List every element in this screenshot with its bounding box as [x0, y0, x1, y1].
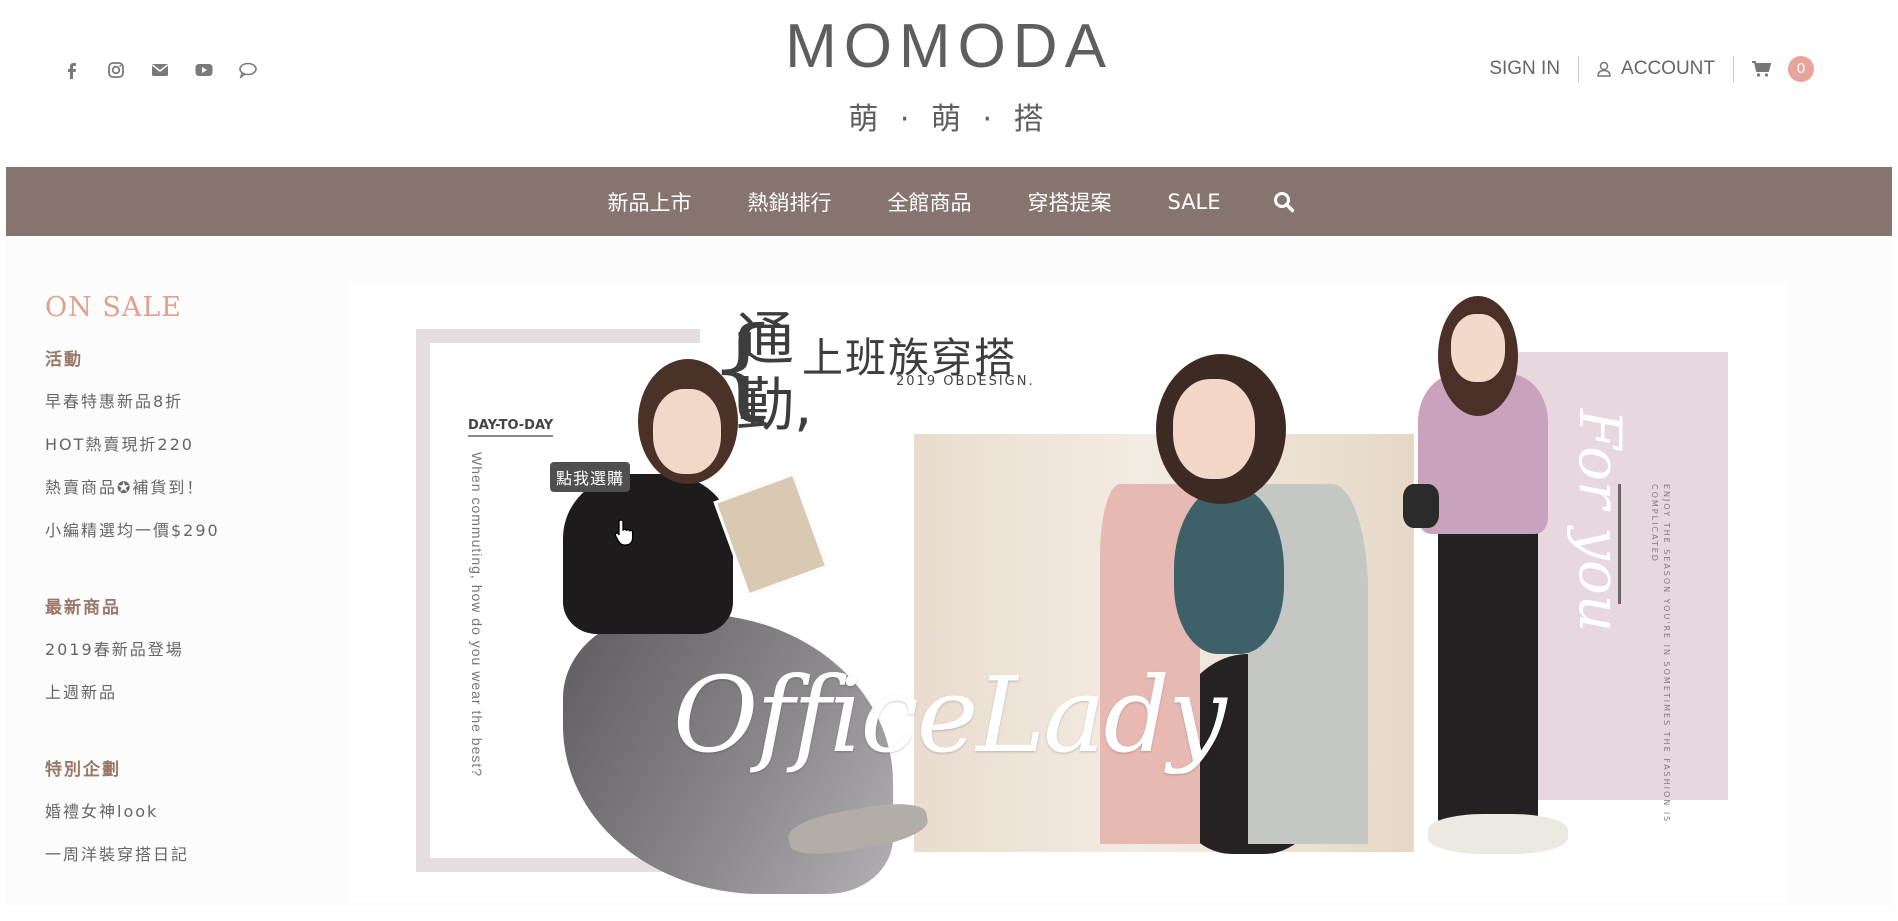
sidebar-title: ON SALE [45, 292, 182, 323]
sidebar-group-title: 最新商品 [45, 598, 121, 618]
sidebar: ON SALE 活動 早春特惠新品8折 HOT熱賣現折220 熱賣商品✪補貨到！… [45, 292, 305, 917]
account-links: SIGN IN ACCOUNT 0 [1489, 56, 1814, 82]
model-2-face [1173, 379, 1255, 479]
search-icon [1273, 191, 1294, 212]
model-3-face [1451, 314, 1505, 382]
banner-office-lady: OfficeLady [673, 654, 1227, 776]
sign-in-link[interactable]: SIGN IN [1489, 58, 1560, 80]
sidebar-link[interactable]: 一周洋裝穿搭日記 [45, 841, 305, 865]
cart-count-badge: 0 [1788, 56, 1814, 82]
banner-heading: 通 勤, [736, 305, 813, 439]
header: MOMODA 萌 · 萌 · 搭 SIGN IN ACCOUNT 0 [0, 0, 1898, 167]
model-2-top [1174, 484, 1284, 654]
account-link[interactable]: ACCOUNT [1597, 58, 1715, 80]
sidebar-link[interactable]: HOT熱賣現折220 [45, 431, 305, 455]
sidebar-group-title: 活動 [45, 350, 83, 370]
model-3-shoes [1428, 814, 1568, 854]
banner-commute-text: When commuting, how do you wear the best… [469, 452, 485, 778]
hand-cursor-icon [614, 519, 634, 546]
main-nav: 新品上市 熱銷排行 全館商品 穿搭提案 SALE [6, 167, 1892, 236]
account-label: ACCOUNT [1621, 58, 1715, 79]
cart-icon [1752, 61, 1772, 77]
model-3-pants [1438, 529, 1538, 829]
nav-item-bestsellers[interactable]: 熱銷排行 [719, 187, 859, 217]
sidebar-link[interactable]: 上週新品 [45, 679, 305, 703]
sidebar-link[interactable]: 小編精選均一價$290 [45, 517, 305, 541]
main-content: ON SALE 活動 早春特惠新品8折 HOT熱賣現折220 熱賣商品✪補貨到！… [6, 236, 1892, 906]
banner-for-you: For you [1566, 409, 1634, 633]
search-button[interactable] [1249, 191, 1319, 213]
sidebar-group-new: 最新商品 2019春新品登場 上週新品 [45, 593, 305, 703]
banner-tooltip: 點我選購 [550, 462, 631, 492]
logo-subtitle[interactable]: 萌 · 萌 · 搭 [0, 102, 1898, 138]
cart-button[interactable]: 0 [1752, 56, 1814, 82]
sidebar-link[interactable]: 2019春新品登場 [45, 636, 305, 660]
model-1-top [563, 474, 733, 634]
divider [1578, 56, 1580, 82]
sidebar-group-title: 特別企劃 [45, 760, 121, 780]
model-1-face [653, 389, 721, 474]
nav-item-outfits[interactable]: 穿搭提案 [999, 187, 1139, 217]
sidebar-group-events: 活動 早春特惠新品8折 HOT熱賣現折220 熱賣商品✪補貨到！ 小編精選均一價… [45, 345, 305, 541]
divider [1733, 56, 1734, 82]
nav-item-all-products[interactable]: 全館商品 [859, 187, 999, 217]
sidebar-group-special: 特別企劃 婚禮女神look 一周洋裝穿搭日記 [45, 755, 305, 865]
banner-year: 2019 OBDESIGN. [896, 374, 1035, 389]
model-3-bag [1403, 484, 1439, 528]
user-icon [1597, 61, 1611, 77]
banner-day-to-day: DAY-TO-DAY [468, 418, 554, 437]
nav-item-new[interactable]: 新品上市 [579, 187, 719, 217]
sidebar-link[interactable]: 早春特惠新品8折 [45, 388, 305, 412]
banner-enjoy-text: ENJOY THE SEASON YOU'RE IN SOMETIMES THE… [1650, 484, 1671, 824]
hero-banner[interactable]: { 通 勤, 上班族穿搭 2019 OBDESIGN. DAY-TO-DAY W… [348, 284, 1788, 902]
nav-item-sale[interactable]: SALE [1139, 190, 1248, 214]
sidebar-link[interactable]: 熱賣商品✪補貨到！ [45, 474, 305, 498]
sidebar-link[interactable]: 婚禮女神look [45, 798, 305, 822]
